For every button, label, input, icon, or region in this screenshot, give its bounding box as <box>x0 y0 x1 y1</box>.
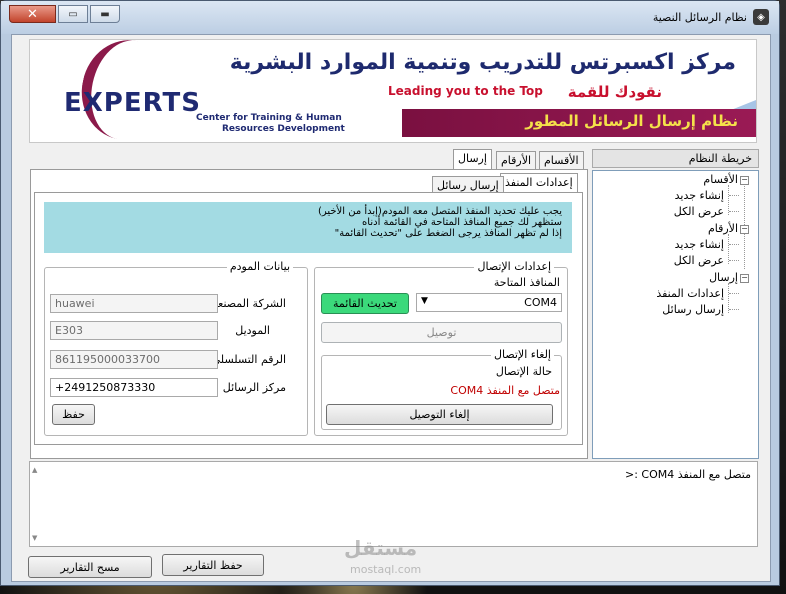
maximize-button[interactable]: ▭ <box>58 5 88 23</box>
ports-dropdown[interactable]: COM4 ▼ <box>416 293 562 312</box>
tree-line <box>729 244 739 245</box>
app-window: ✕ ▭ ▬ نظام الرسائل النصية ◈ EXPERTS Cent… <box>0 0 780 586</box>
logo-subtitle-line2: Resources Development <box>222 124 345 134</box>
minimize-button[interactable]: ▬ <box>90 5 120 23</box>
instruction-line-3: إذا لم تظهر المنافذ يرجى الضغط على "تحدي… <box>334 228 562 239</box>
connection-status-label: حالة الإتصال <box>495 365 552 378</box>
tree-line <box>729 211 739 212</box>
tree-line <box>729 293 739 294</box>
tab-numbers[interactable]: الأرقام <box>496 151 537 169</box>
banner-english-slogan: Leading you to the Top <box>388 84 543 98</box>
tree-node-numbers-all[interactable]: عرض الكل <box>674 254 724 267</box>
model-label: الموديل <box>235 324 270 337</box>
refresh-list-button[interactable]: تحديث القائمة <box>321 293 409 314</box>
disconnect-group-title: إلغاء الإتصال <box>490 348 554 361</box>
scroll-down-icon[interactable]: ▼ <box>32 534 37 542</box>
log-line: متصل مع المنفذ COM4 :< <box>625 468 751 481</box>
tree-node-send[interactable]: إرسال <box>709 271 738 284</box>
tree-line <box>729 195 739 196</box>
smsc-field[interactable]: +2491250873330 <box>50 378 218 397</box>
instruction-line-2: ستظهر لك جميع المنافذ المتاحة في القائمة… <box>362 217 562 228</box>
manufacturer-field[interactable]: huawei <box>50 294 218 313</box>
banner-arabic-title: مركز اكسبرتس للتدريب وتنمية الموارد البش… <box>229 50 736 75</box>
instructions-box: يجب عليك تحديد المنفذ المتصل معه المودم(… <box>44 202 572 253</box>
instruction-line-1: يجب عليك تحديد المنفذ المتصل معه المودم(… <box>317 206 562 217</box>
window-title: نظام الرسائل النصية <box>652 11 747 24</box>
tree-node-sections-all[interactable]: عرض الكل <box>674 205 724 218</box>
clear-reports-button[interactable]: مسح التقارير <box>28 556 152 578</box>
tree-node-send-messages[interactable]: إرسال رسائل <box>662 303 724 316</box>
save-reports-button[interactable]: حفظ التقارير <box>162 554 264 576</box>
client-area: EXPERTS Center for Training & Human Reso… <box>11 34 771 582</box>
maximize-icon: ▭ <box>68 8 78 20</box>
smsc-label: مركز الرسائل <box>222 381 286 394</box>
logo-subtitle-line1: Center for Training & Human <box>196 113 342 123</box>
tree-line <box>729 260 739 261</box>
log-area[interactable]: متصل مع المنفذ COM4 :< ▲ ▼ <box>29 461 758 547</box>
serial-field[interactable]: 861195000033700 <box>50 350 218 369</box>
title-bar: ✕ ▭ ▬ نظام الرسائل النصية ◈ <box>1 1 779 34</box>
tree-toggle-numbers[interactable]: − <box>740 225 749 234</box>
manufacturer-label: الشركة المصنعة <box>212 297 286 310</box>
scroll-up-icon[interactable]: ▲ <box>32 466 37 474</box>
banner-ribbon-text: نظام إرسال الرسائل المطور <box>525 112 738 130</box>
system-map-header: خريطة النظام <box>592 149 759 168</box>
tree-toggle-send[interactable]: − <box>740 274 749 283</box>
ports-dropdown-value: COM4 <box>524 296 557 309</box>
header-banner: EXPERTS Center for Training & Human Reso… <box>29 39 757 143</box>
tree-node-port-settings[interactable]: إعدادات المنفذ <box>656 287 724 300</box>
model-field[interactable]: E303 <box>50 321 218 340</box>
watermark-url: mostaql.com <box>350 563 422 576</box>
close-icon: ✕ <box>27 6 38 22</box>
tree-toggle-sections[interactable]: − <box>740 176 749 185</box>
close-button[interactable]: ✕ <box>9 5 56 23</box>
connection-status-value: متصل مع المنفذ COM4 <box>450 384 560 397</box>
serial-label: الرقم التسلسلي <box>211 353 286 366</box>
tree-node-numbers-new[interactable]: إنشاء جديد <box>675 238 724 251</box>
system-map-tree: − الأقسام إنشاء جديد عرض الكل − الأرقام … <box>592 170 759 459</box>
save-modem-button[interactable]: حفظ <box>52 404 95 425</box>
connect-button[interactable]: توصيل <box>321 322 562 343</box>
disconnect-button[interactable]: إلغاء التوصيل <box>326 404 553 425</box>
tab-sections[interactable]: الأقسام <box>539 151 584 169</box>
minimize-icon: ▬ <box>100 8 110 20</box>
connection-settings-title: إعدادات الإتصال <box>474 260 554 273</box>
tab-send[interactable]: إرسال <box>453 149 492 169</box>
banner-arabic-slogan: نقودك للقمة <box>567 83 662 101</box>
app-icon: ◈ <box>753 9 769 25</box>
available-ports-label: المنافذ المتاحة <box>493 276 560 289</box>
tree-node-numbers[interactable]: الأرقام <box>708 222 738 235</box>
chevron-down-icon: ▼ <box>421 296 428 306</box>
logo-wordmark: EXPERTS <box>64 88 201 118</box>
tree-node-sections[interactable]: الأقسام <box>703 173 738 186</box>
banner-ribbon: نظام إرسال الرسائل المطور <box>402 109 756 137</box>
tree-line <box>729 309 739 310</box>
modem-data-title: بيانات المودم <box>226 260 293 273</box>
tree-node-sections-new[interactable]: إنشاء جديد <box>675 189 724 202</box>
subtab-port-settings[interactable]: إعدادات المنفذ <box>500 173 578 193</box>
watermark-logo: مستقل <box>344 536 418 560</box>
